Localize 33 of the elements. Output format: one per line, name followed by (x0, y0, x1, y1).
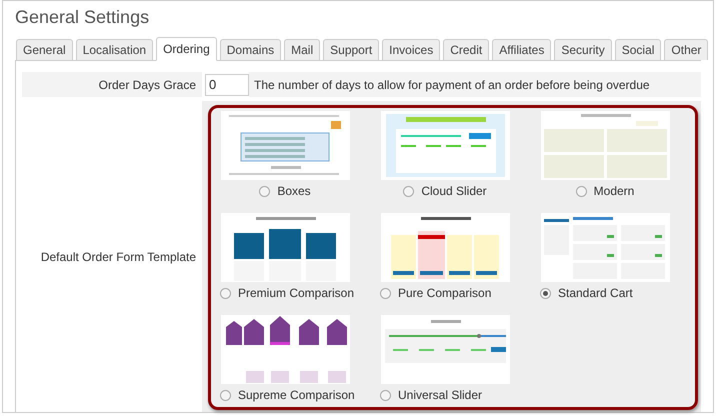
tab[interactable]: Credit (443, 39, 490, 60)
template-option[interactable]: Premium Comparison (220, 284, 354, 302)
template-option[interactable]: Modern (540, 182, 700, 200)
template-option[interactable]: Boxes (220, 182, 380, 200)
input-field[interactable]: 0 (205, 74, 249, 96)
tab[interactable]: Affiliates (492, 39, 552, 60)
radio-button[interactable] (220, 390, 231, 400)
tab[interactable]: Localisation (76, 39, 154, 60)
tab[interactable]: General (16, 39, 73, 60)
radio-button[interactable] (540, 288, 551, 298)
radio-button[interactable] (403, 186, 414, 196)
template-option[interactable]: Supreme Comparison (220, 386, 355, 404)
tab[interactable]: Ordering (156, 37, 217, 61)
radio-button[interactable] (576, 186, 587, 196)
tab[interactable]: Mail (284, 39, 320, 60)
field-label: Default Order Form Template (40, 248, 196, 266)
radio-button[interactable] (220, 288, 231, 298)
tab[interactable]: Domains (220, 39, 282, 60)
template-option[interactable]: Cloud Slider (380, 182, 540, 200)
template-option[interactable]: Standard Cart (540, 284, 633, 302)
template-option[interactable]: Universal Slider (380, 386, 482, 404)
tab[interactable]: Invoices (382, 39, 440, 60)
radio-button[interactable] (259, 186, 270, 196)
tab[interactable]: Social (614, 39, 662, 60)
radio-button[interactable] (380, 390, 391, 400)
page-title: General Settings (15, 6, 150, 29)
tab[interactable]: Support (323, 39, 380, 60)
field-description: The number of days to allow for payment of an order before being overdue (253, 76, 650, 94)
tab[interactable]: Security (554, 39, 612, 60)
field-label: Order Days Grace (98, 76, 197, 94)
radio-button[interactable] (380, 288, 391, 298)
tab[interactable]: Other (664, 39, 708, 60)
template-option[interactable]: Pure Comparison (380, 284, 492, 302)
